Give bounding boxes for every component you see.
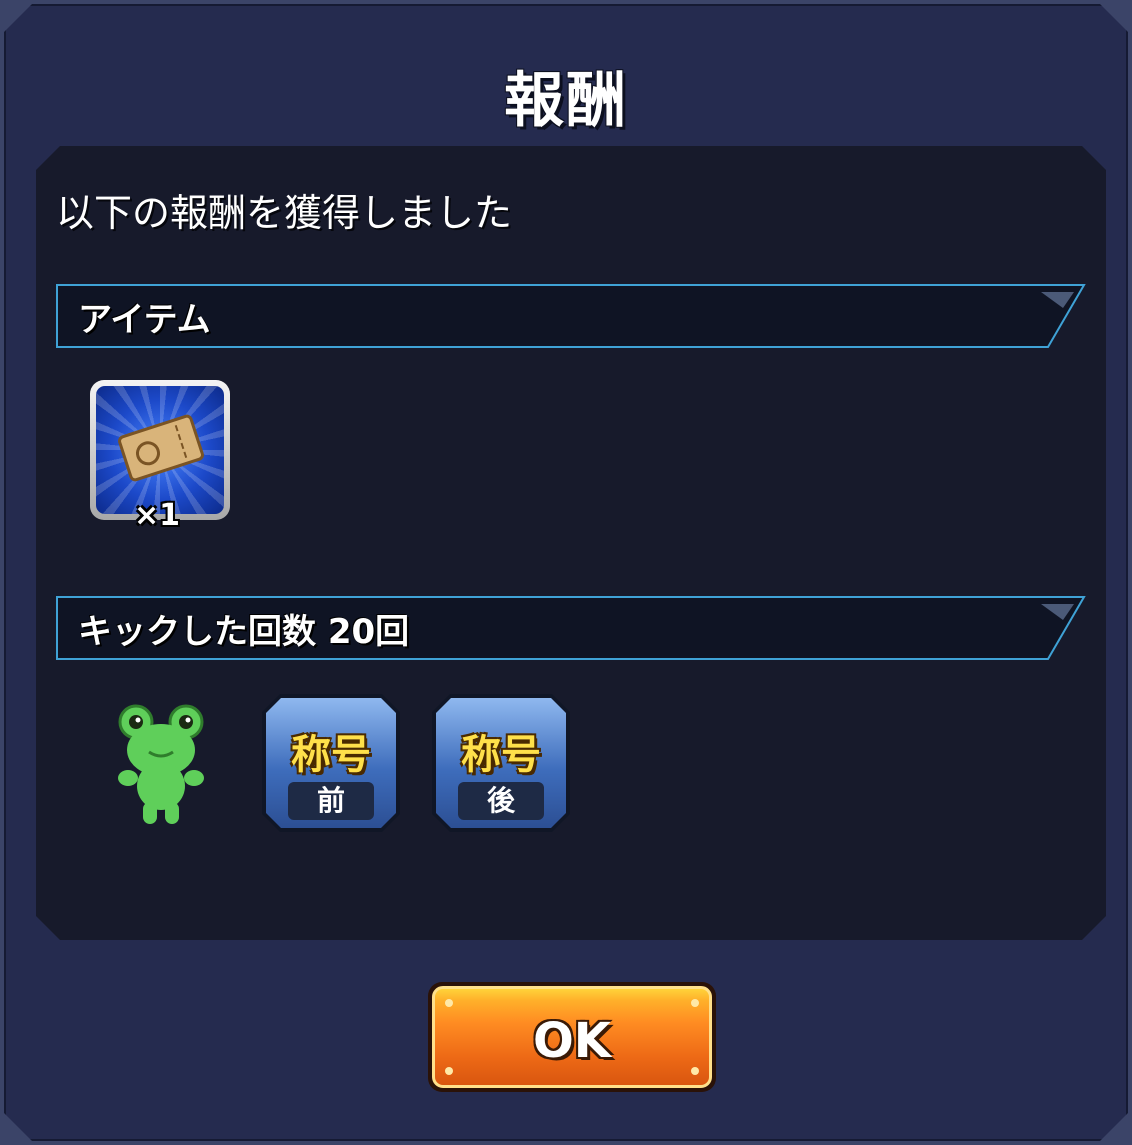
dialog-title: 報酬	[504, 66, 628, 136]
title-badge-prefix[interactable]: 称号 前	[262, 694, 400, 832]
badge-sub-label: 前	[288, 782, 374, 820]
corner-decoration	[1096, 1109, 1132, 1145]
badge-sub-label: 後	[458, 782, 544, 820]
badge-main-label: 称号	[291, 732, 371, 778]
reward-dialog: 報酬 以下の報酬を獲得しました アイテム ×1 キックした回数 20回 称号 前…	[0, 0, 1132, 1145]
reward-panel: 以下の報酬を獲得しました アイテム ×1 キックした回数 20回 称号 前 称号…	[36, 146, 1106, 940]
frog-icon[interactable]	[116, 702, 206, 826]
reward-message: 以下の報酬を獲得しました	[56, 191, 513, 235]
title-badge-suffix[interactable]: 称号 後	[432, 694, 570, 832]
section-label: アイテム	[78, 300, 211, 340]
corner-decoration	[1096, 0, 1132, 36]
rivet-decoration	[691, 999, 699, 1007]
section-header-kick-count: キックした回数 20回	[56, 596, 1086, 660]
rivet-decoration	[445, 999, 453, 1007]
section-label: キックした回数 20回	[78, 612, 410, 652]
item-quantity: ×1	[134, 498, 181, 533]
corner-decoration	[0, 0, 36, 36]
badge-main-label: 称号	[461, 732, 541, 778]
corner-decoration	[0, 1109, 36, 1145]
section-header-items: アイテム	[56, 284, 1086, 348]
ok-button-label: OK	[533, 1013, 611, 1069]
ok-button[interactable]: OK	[428, 982, 716, 1092]
